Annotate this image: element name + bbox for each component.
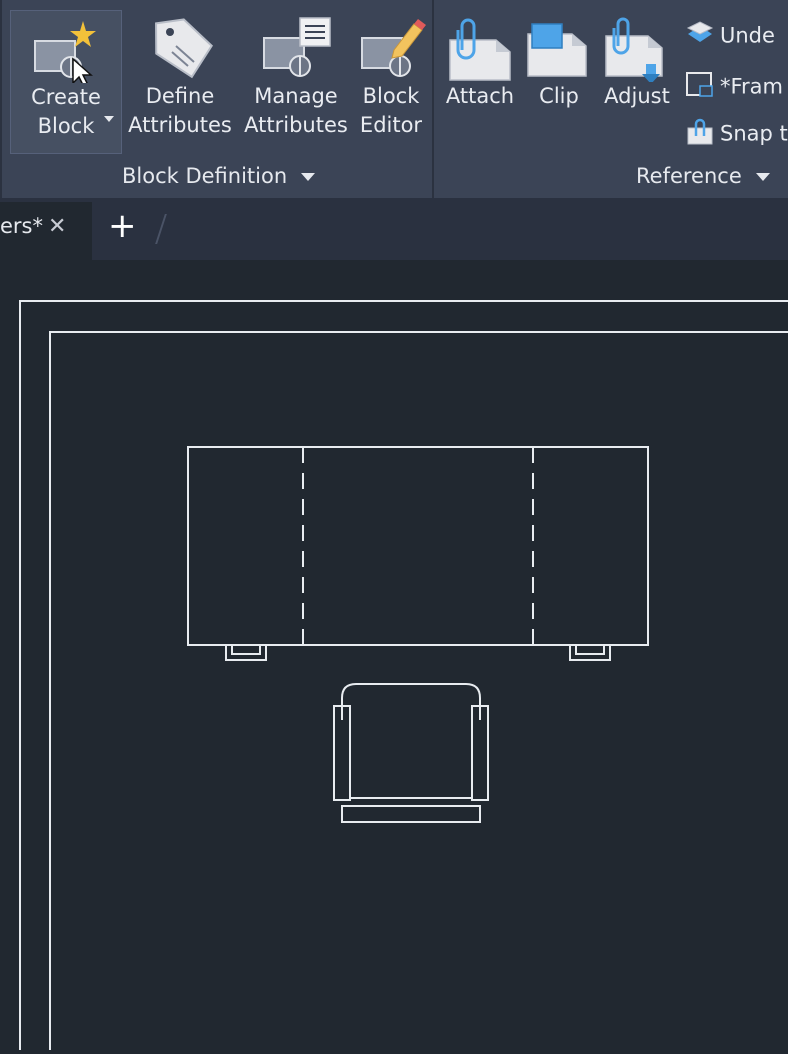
frame-icon bbox=[684, 70, 720, 105]
underlay-icon bbox=[684, 20, 720, 53]
block-editor-button[interactable]: Block Editor bbox=[352, 10, 430, 140]
define-attributes-label-2: Attributes bbox=[128, 113, 232, 137]
chair-arm-left bbox=[333, 705, 351, 801]
snap-icon bbox=[684, 118, 720, 151]
define-attributes-button[interactable]: Define Attributes bbox=[126, 10, 234, 140]
underlay-layers-button[interactable]: Unde bbox=[684, 20, 775, 53]
adjust-icon bbox=[598, 10, 676, 84]
frames-button[interactable]: *Fram bbox=[684, 70, 783, 105]
drawing-svg bbox=[19, 300, 788, 1050]
snap-label: Snap t bbox=[720, 121, 788, 146]
clip-label: Clip bbox=[539, 84, 579, 108]
create-block-label-1: Create bbox=[31, 85, 101, 109]
ribbon: Create Block Define Attributes Manage At… bbox=[0, 0, 788, 198]
clip-button[interactable]: Clip bbox=[524, 10, 594, 111]
attach-button[interactable]: Attach bbox=[440, 10, 520, 111]
close-tab-icon[interactable]: ✕ bbox=[48, 214, 66, 239]
desk-handle-right-inner bbox=[575, 645, 605, 655]
manage-attributes-label-2: Attributes bbox=[244, 113, 348, 137]
chevron-down-icon bbox=[301, 173, 316, 181]
attach-icon bbox=[440, 10, 520, 82]
clip-icon bbox=[524, 10, 594, 82]
snap-button[interactable]: Snap t bbox=[684, 118, 788, 151]
adjust-label: Adjust bbox=[604, 84, 670, 108]
underlay-label: Unde bbox=[720, 23, 775, 48]
reference-panel-label[interactable]: Reference bbox=[636, 164, 770, 188]
chair-arm-right bbox=[471, 705, 489, 801]
manage-attributes-icon bbox=[242, 10, 350, 82]
outer-frame-border bbox=[19, 300, 788, 1050]
attach-label: Attach bbox=[445, 84, 515, 108]
desk-top bbox=[187, 446, 649, 646]
create-block-dropdown-arrow[interactable] bbox=[104, 116, 114, 122]
chair-back bbox=[341, 683, 481, 720]
frames-label: *Fram bbox=[720, 74, 784, 99]
chevron-down-icon bbox=[755, 173, 770, 181]
panel-separator bbox=[432, 0, 434, 198]
block-editor-icon bbox=[352, 10, 430, 82]
manage-attributes-button[interactable]: Manage Attributes bbox=[242, 10, 350, 140]
create-block-icon bbox=[11, 11, 121, 91]
adjust-button[interactable]: Adjust bbox=[598, 10, 676, 111]
new-tab-icon[interactable]: + bbox=[108, 206, 137, 246]
desk-handle-left-inner bbox=[231, 645, 261, 655]
document-tab-label: ers* bbox=[0, 214, 43, 238]
manage-attributes-label-1: Manage bbox=[254, 84, 338, 108]
drawing-canvas[interactable] bbox=[0, 260, 788, 1050]
block-editor-label-1: Block bbox=[362, 84, 420, 108]
create-block-button[interactable]: Create Block bbox=[10, 10, 122, 154]
panel-separator bbox=[0, 0, 2, 198]
define-attributes-label-1: Define bbox=[145, 84, 215, 108]
inner-frame-border bbox=[49, 331, 788, 1050]
chair-front-rail bbox=[341, 805, 481, 823]
block-definition-panel-label[interactable]: Block Definition bbox=[122, 164, 316, 188]
block-editor-label-2: Editor bbox=[359, 113, 423, 137]
tag-icon bbox=[126, 10, 234, 82]
